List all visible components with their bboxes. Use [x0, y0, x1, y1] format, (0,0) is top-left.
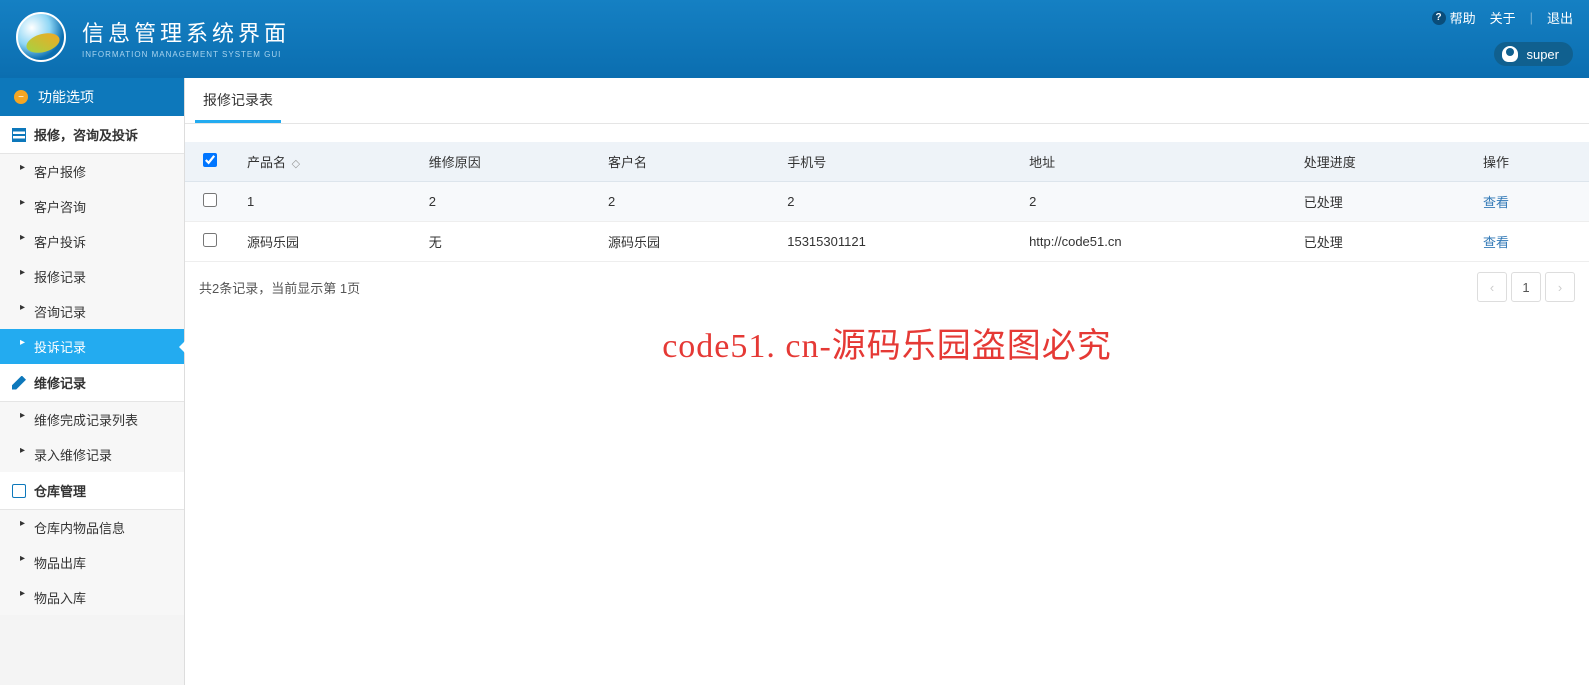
logout-link[interactable]: 退出 [1547, 8, 1573, 27]
view-link[interactable]: 查看 [1483, 195, 1509, 210]
cell-action: 查看 [1471, 182, 1589, 222]
table-footer: 共2条记录，当前显示第 1页 ‹ 1 › [185, 262, 1589, 312]
cell-status: 已处理 [1292, 182, 1471, 222]
list-icon [12, 128, 26, 142]
cell-reason: 2 [417, 182, 596, 222]
app-title-block: 信息管理系统界面 INFORMATION MANAGEMENT SYSTEM G… [82, 16, 290, 59]
cell-action: 查看 [1471, 222, 1589, 262]
pagination: ‹ 1 › [1477, 272, 1575, 302]
edit-icon [12, 376, 26, 390]
about-link[interactable]: 关于 [1490, 8, 1516, 27]
col-reason[interactable]: 维修原因 [417, 142, 596, 182]
col-product-label: 产品名 [247, 155, 286, 170]
cell-address: 2 [1017, 182, 1292, 222]
minus-circle-icon: − [14, 90, 28, 104]
table-row: 12222已处理查看 [185, 182, 1589, 222]
table-container: 产品名 ◇ 维修原因 客户名 手机号 地址 处理进度 操作 12222已处理查看… [185, 124, 1589, 312]
row-checkbox-cell [185, 182, 235, 222]
app-subtitle: INFORMATION MANAGEMENT SYSTEM GUI [82, 50, 290, 59]
col-customer[interactable]: 客户名 [596, 142, 775, 182]
cell-address: http://code51.cn [1017, 222, 1292, 262]
col-product[interactable]: 产品名 ◇ [235, 142, 417, 182]
user-badge[interactable]: super [1494, 42, 1573, 66]
sidebar-item[interactable]: 客户报修 [0, 154, 184, 189]
table-header-row: 产品名 ◇ 维修原因 客户名 手机号 地址 处理进度 操作 [185, 142, 1589, 182]
row-checkbox-cell [185, 222, 235, 262]
app-header: 信息管理系统界面 INFORMATION MANAGEMENT SYSTEM G… [0, 0, 1589, 78]
sidebar-group-header[interactable]: 维修记录 [0, 364, 184, 402]
header-separator: | [1530, 10, 1533, 25]
help-link[interactable]: ? 帮助 [1432, 8, 1476, 27]
watermark-text: code51. cn-源码乐园盗图必究 [185, 318, 1589, 367]
sidebar-main-header-label: 功能选项 [38, 87, 94, 107]
sidebar-item[interactable]: 报修记录 [0, 259, 184, 294]
cell-customer: 2 [596, 182, 775, 222]
col-status[interactable]: 处理进度 [1292, 142, 1471, 182]
tab-bar: 报修记录表 [185, 78, 1589, 124]
sidebar-item[interactable]: 咨询记录 [0, 294, 184, 329]
sidebar-main-header[interactable]: − 功能选项 [0, 78, 184, 116]
col-phone[interactable]: 手机号 [775, 142, 1017, 182]
sidebar-item[interactable]: 物品出库 [0, 545, 184, 580]
chat-icon [12, 484, 26, 498]
cell-status: 已处理 [1292, 222, 1471, 262]
sidebar-group-label: 仓库管理 [34, 481, 86, 500]
sidebar-item[interactable]: 客户咨询 [0, 189, 184, 224]
sidebar-group-label: 报修，咨询及投诉 [34, 125, 138, 144]
main-content: 报修记录表 产品名 ◇ 维修原因 客户名 手机号 [185, 78, 1589, 685]
user-icon [1502, 46, 1518, 62]
row-checkbox[interactable] [203, 233, 217, 247]
cell-phone: 2 [775, 182, 1017, 222]
cell-product: 1 [235, 182, 417, 222]
sidebar-group-header[interactable]: 报修，咨询及投诉 [0, 116, 184, 154]
page-number-button[interactable]: 1 [1511, 272, 1541, 302]
help-icon: ? [1432, 11, 1446, 25]
cell-product: 源码乐园 [235, 222, 417, 262]
cell-reason: 无 [417, 222, 596, 262]
col-action[interactable]: 操作 [1471, 142, 1589, 182]
col-address[interactable]: 地址 [1017, 142, 1292, 182]
page-prev-button[interactable]: ‹ [1477, 272, 1507, 302]
sidebar-item[interactable]: 仓库内物品信息 [0, 510, 184, 545]
sidebar-item[interactable]: 物品入库 [0, 580, 184, 615]
user-name: super [1526, 47, 1559, 62]
pagination-summary: 共2条记录，当前显示第 1页 [199, 278, 360, 297]
records-table: 产品名 ◇ 维修原因 客户名 手机号 地址 处理进度 操作 12222已处理查看… [185, 142, 1589, 262]
header-right-links: ? 帮助 关于 | 退出 [1432, 8, 1573, 27]
app-logo-icon [16, 12, 66, 62]
cell-phone: 15315301121 [775, 222, 1017, 262]
sidebar-item[interactable]: 维修完成记录列表 [0, 402, 184, 437]
sidebar: − 功能选项 报修，咨询及投诉客户报修客户咨询客户投诉报修记录咨询记录投诉记录维… [0, 78, 185, 685]
help-label: 帮助 [1450, 8, 1476, 27]
sidebar-item[interactable]: 投诉记录 [0, 329, 184, 364]
app-title: 信息管理系统界面 [82, 16, 290, 48]
view-link[interactable]: 查看 [1483, 235, 1509, 250]
sidebar-item[interactable]: 客户投诉 [0, 224, 184, 259]
logo-area: 信息管理系统界面 INFORMATION MANAGEMENT SYSTEM G… [0, 0, 306, 74]
sidebar-group-label: 维修记录 [34, 373, 86, 392]
col-checkbox-header[interactable] [185, 142, 235, 182]
select-all-checkbox[interactable] [203, 153, 217, 167]
page-next-button[interactable]: › [1545, 272, 1575, 302]
sidebar-group-header[interactable]: 仓库管理 [0, 472, 184, 510]
cell-customer: 源码乐园 [596, 222, 775, 262]
table-row: 源码乐园无源码乐园15315301121http://code51.cn已处理查… [185, 222, 1589, 262]
tab-repair-records[interactable]: 报修记录表 [195, 78, 281, 123]
row-checkbox[interactable] [203, 193, 217, 207]
sidebar-item[interactable]: 录入维修记录 [0, 437, 184, 472]
sort-icon: ◇ [292, 158, 300, 170]
